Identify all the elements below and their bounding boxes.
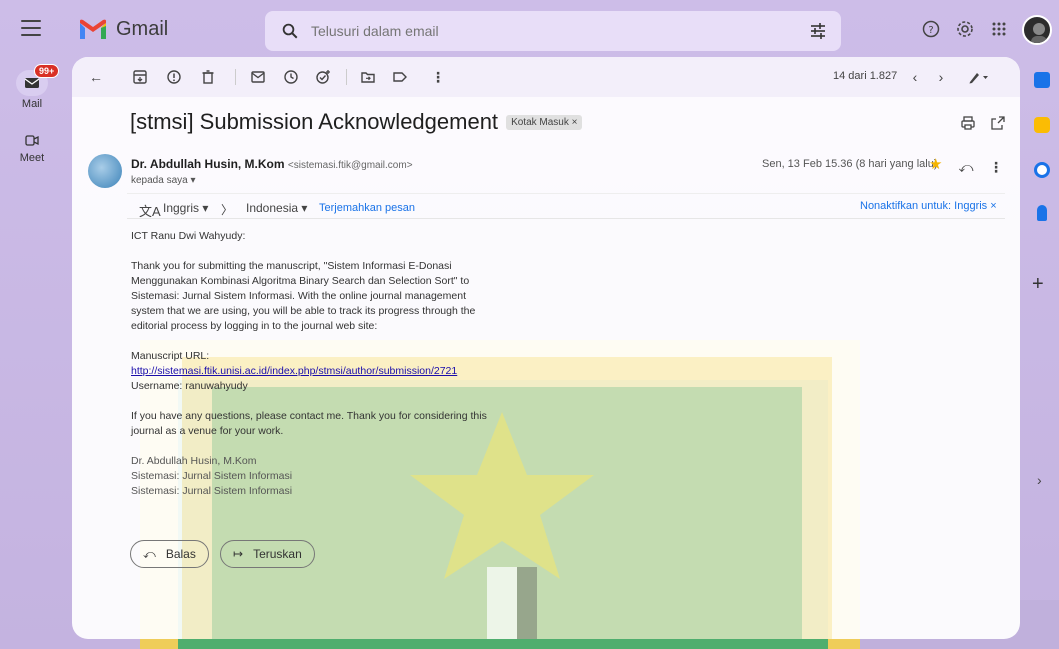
label-tag-icon[interactable]	[390, 67, 410, 87]
move-to-folder-icon[interactable]	[358, 67, 378, 87]
email-date: Sen, 13 Feb 15.36 (8 hari yang lalu)	[762, 158, 938, 170]
rail-mail-label: Mail	[21, 98, 43, 110]
manuscript-url-link[interactable]: http://sistemasi.ftik.unisi.ac.id/index.…	[131, 365, 457, 377]
more-vertical-icon[interactable]: ⋮	[428, 67, 448, 87]
main-menu-icon[interactable]	[21, 20, 41, 38]
username-value: ranuwahyudy	[185, 380, 248, 392]
signature: Dr. Abdullah Husin, M.Kom Sistemasi: Jur…	[131, 454, 491, 499]
reply-arrow-icon[interactable]: ⤺	[956, 157, 976, 177]
search-bar[interactable]	[265, 11, 841, 51]
side-panel: + ›	[1026, 60, 1059, 640]
more-options-icon[interactable]: ⋮	[986, 157, 1006, 177]
gmail-logo[interactable]: Gmail	[78, 18, 168, 41]
email-view: ← ⋮ 14 dari 1.827 ‹ › [stmsi] Submission…	[72, 57, 1020, 639]
mark-unread-icon[interactable]	[248, 67, 268, 87]
translate-icon: 文A	[139, 204, 161, 219]
greeting: ICT Ranu Dwi Wahyudy:	[131, 230, 246, 242]
target-language-dropdown[interactable]: Indonesia ▾	[246, 201, 307, 215]
apps-grid-icon[interactable]	[988, 18, 1010, 40]
subject-text: [stmsi] Submission Acknowledgement	[130, 109, 499, 134]
report-spam-icon[interactable]	[164, 67, 184, 87]
input-tools-pencil-icon[interactable]	[965, 67, 993, 87]
snooze-clock-icon[interactable]	[281, 67, 301, 87]
top-bar: Gmail ?	[0, 0, 1059, 60]
manuscript-url-label: Manuscript URL:	[131, 350, 210, 362]
sender-email: <sistemasi.ftik@gmail.com>	[287, 160, 413, 171]
add-addon-icon[interactable]: +	[1032, 273, 1044, 296]
back-arrow-icon[interactable]: ←	[86, 67, 106, 87]
forward-label: Teruskan	[253, 547, 302, 561]
signature-line-1: Dr. Abdullah Husin, M.Kom	[131, 455, 257, 467]
app-name: Gmail	[116, 18, 169, 40]
add-task-icon[interactable]	[313, 67, 333, 87]
help-icon[interactable]: ?	[920, 18, 942, 40]
archive-icon[interactable]	[130, 67, 150, 87]
keep-icon[interactable]	[1034, 117, 1050, 133]
print-icon[interactable]	[958, 113, 978, 133]
rail-item-mail[interactable]: 99+ Mail	[0, 64, 64, 110]
recipient-dropdown[interactable]: kepada saya ▾	[131, 175, 196, 186]
delete-trash-icon[interactable]	[198, 67, 218, 87]
source-language-dropdown[interactable]: Inggris ▾	[163, 201, 208, 215]
sender-name[interactable]: Dr. Abdullah Husin, M.Kom	[131, 157, 285, 171]
inbox-label-chip[interactable]: Kotak Masuk ×	[506, 114, 583, 130]
body-paragraph-3: If you have any questions, please contac…	[131, 410, 487, 437]
gmail-m-icon	[80, 19, 106, 39]
calendar-icon[interactable]	[1034, 72, 1050, 88]
mail-icon	[24, 78, 40, 88]
reply-icon: ⤺	[143, 546, 156, 561]
message-pager: 14 dari 1.827	[833, 70, 898, 82]
manuscript-block: Manuscript URL: http://sistemasi.ftik.un…	[131, 349, 491, 394]
video-camera-icon	[25, 134, 39, 146]
rail-item-meet[interactable]: Meet	[0, 130, 64, 164]
reply-button[interactable]: ⤺ Balas	[130, 540, 209, 568]
disable-translation-link[interactable]: Nonaktifkan untuk: Inggris ×	[860, 200, 997, 212]
reply-label: Balas	[165, 547, 196, 561]
older-chevron-icon[interactable]: ›	[931, 67, 951, 87]
tasks-icon[interactable]	[1034, 162, 1050, 178]
expand-panel-icon[interactable]: ›	[1037, 472, 1042, 488]
newer-chevron-icon[interactable]: ‹	[905, 67, 925, 87]
svg-text:?: ?	[928, 25, 933, 36]
search-input[interactable]	[311, 23, 791, 39]
email-body: ICT Ranu Dwi Wahyudy: Thank you for subm…	[131, 229, 491, 514]
username-label: Username:	[131, 380, 183, 392]
settings-gear-icon[interactable]	[954, 18, 976, 40]
message-toolbar: ← ⋮ 14 dari 1.827 ‹ ›	[72, 57, 1020, 97]
rail-meet-label: Meet	[19, 152, 45, 164]
search-icon[interactable]	[281, 22, 299, 40]
search-options-icon[interactable]	[809, 22, 827, 40]
sender-info: Dr. Abdullah Husin, M.Kom <sistemasi.fti…	[131, 157, 413, 171]
signature-line-3: Sistemasi: Jurnal Sistem Informasi	[131, 485, 293, 497]
contacts-icon[interactable]	[1037, 205, 1047, 221]
email-subject: [stmsi] Submission Acknowledgement Kotak…	[130, 109, 583, 135]
star-icon[interactable]: ★	[929, 155, 942, 173]
translate-bar: 文A Inggris ▾ 〉 Indonesia ▾ Terjemahkan p…	[127, 193, 1005, 219]
unread-badge: 99+	[34, 64, 60, 78]
signature-line-2: Sistemasi: Jurnal Sistem Informasi	[131, 470, 293, 482]
translate-message-link[interactable]: Terjemahkan pesan	[319, 202, 415, 214]
forward-icon: ↦	[233, 547, 244, 561]
language-arrow: 〉	[221, 203, 234, 217]
sender-avatar[interactable]	[88, 154, 122, 188]
open-new-window-icon[interactable]	[988, 113, 1008, 133]
account-avatar[interactable]	[1022, 15, 1052, 45]
body-paragraph-1: Thank you for submitting the manuscript,…	[131, 260, 476, 332]
forward-button[interactable]: ↦ Teruskan	[220, 540, 315, 568]
